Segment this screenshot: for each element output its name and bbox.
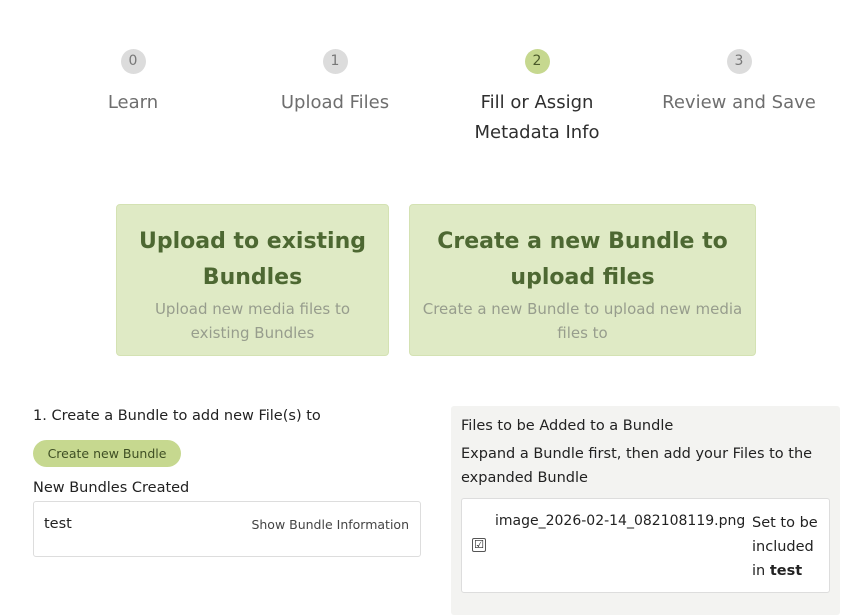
step-label: Review and Save bbox=[662, 92, 816, 113]
card-title-line: Bundles bbox=[202, 265, 303, 290]
file-name: image_2026-02-14_082108119.png bbox=[495, 513, 746, 529]
card-description: Upload new media files to existing Bundl… bbox=[117, 297, 388, 345]
step-label-line: Metadata Info bbox=[474, 122, 600, 143]
upload-wizard-page: 0 Learn 1 Upload Files 2 Fill or Assign … bbox=[0, 0, 865, 615]
card-desc-line: Upload new media files to bbox=[154, 300, 351, 318]
create-new-bundle-button[interactable]: Create new Bundle bbox=[33, 440, 181, 467]
file-status: Set to be included in test bbox=[752, 511, 826, 583]
card-title-line: Create a new Bundle to bbox=[437, 229, 728, 254]
status-bundle-name: test bbox=[769, 563, 803, 579]
card-desc-line: existing Bundles bbox=[190, 324, 315, 342]
status-prefix: in bbox=[752, 563, 766, 579]
hint-line: expanded Bundle bbox=[461, 470, 588, 486]
step-label: Upload Files bbox=[280, 92, 390, 113]
step-upload-files[interactable]: 1 Upload Files bbox=[235, 49, 435, 118]
step-number: 0 bbox=[120, 49, 146, 74]
step-label: Fill or Assign Metadata Info bbox=[437, 88, 637, 148]
files-to-add-panel: Files to be Added to a Bundle Expand a B… bbox=[451, 406, 840, 615]
step-label: Learn bbox=[107, 92, 159, 113]
show-bundle-info-link[interactable]: Show Bundle Information bbox=[251, 517, 409, 532]
step-learn[interactable]: 0 Learn bbox=[33, 49, 233, 118]
step-number: 3 bbox=[726, 49, 752, 74]
create-new-bundle-card[interactable]: Create a new Bundle to upload files Crea… bbox=[409, 204, 756, 356]
step-number: 2 bbox=[524, 49, 550, 74]
new-bundles-created-heading: New Bundles Created bbox=[33, 480, 190, 496]
step-fill-metadata[interactable]: 2 Fill or Assign Metadata Info bbox=[437, 49, 637, 148]
bundle-item[interactable]: test Show Bundle Information bbox=[33, 501, 421, 557]
file-select-checkbox[interactable]: ☑ bbox=[472, 538, 486, 552]
card-title: Upload to existing Bundles bbox=[117, 224, 388, 296]
hint-line: Expand a Bundle first, then add your Fil… bbox=[461, 446, 813, 462]
file-item[interactable]: ☑ image_2026-02-14_082108119.png Set to … bbox=[461, 498, 830, 593]
upload-existing-bundles-card[interactable]: Upload to existing Bundles Upload new me… bbox=[116, 204, 389, 356]
step-number: 1 bbox=[322, 49, 348, 74]
status-line: included bbox=[752, 539, 814, 555]
files-panel-hint: Expand a Bundle first, then add your Fil… bbox=[461, 442, 831, 490]
card-title-line: Upload to existing bbox=[138, 229, 367, 254]
status-line: Set to be bbox=[752, 515, 818, 531]
files-panel-title: Files to be Added to a Bundle bbox=[461, 418, 674, 434]
status-line: in test bbox=[752, 559, 826, 583]
card-desc-line: files to bbox=[557, 324, 608, 342]
card-description: Create a new Bundle to upload new media … bbox=[410, 297, 755, 345]
bundle-name: test bbox=[44, 516, 72, 532]
create-bundle-heading: 1. Create a Bundle to add new File(s) to bbox=[33, 408, 321, 424]
card-title-line: upload files bbox=[510, 265, 655, 290]
card-desc-line: Create a new Bundle to upload new media bbox=[422, 300, 743, 318]
card-title: Create a new Bundle to upload files bbox=[410, 224, 755, 296]
step-review-save[interactable]: 3 Review and Save bbox=[639, 49, 839, 118]
step-label-line: Fill or Assign bbox=[480, 92, 594, 113]
